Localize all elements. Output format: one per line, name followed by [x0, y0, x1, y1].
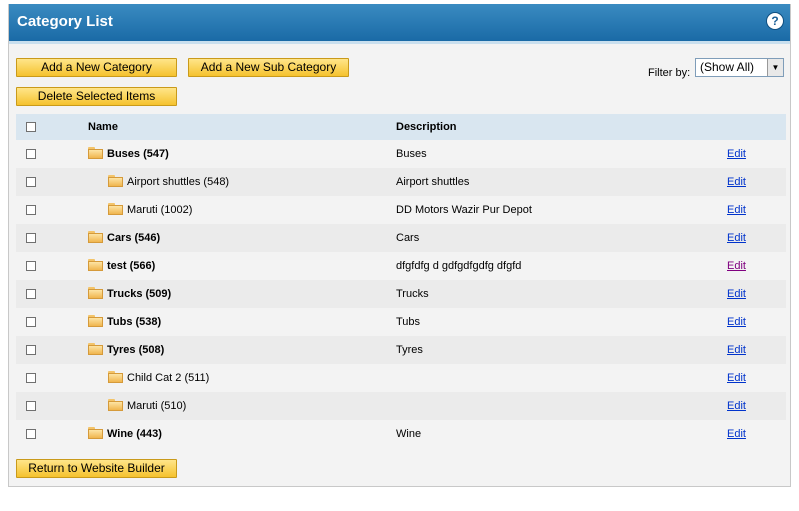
table-row: Airport shuttles (548) Airport shuttles Ed… — [16, 168, 786, 196]
folder-icon — [108, 399, 123, 411]
category-name: Airport shuttles (548) — [127, 176, 230, 188]
edit-link[interactable]: Edit — [727, 148, 746, 160]
table-row: Maruti (510) Edit — [16, 392, 786, 420]
row-checkbox[interactable] — [26, 261, 36, 271]
category-list-panel: Category List ? Add a New Category Add a… — [8, 4, 791, 487]
edit-link[interactable]: Edit — [727, 176, 746, 188]
edit-link[interactable]: Edit — [727, 316, 746, 328]
filter-label: Filter by: — [648, 67, 691, 79]
folder-icon — [108, 175, 123, 187]
add-category-button[interactable]: Add a New Category — [16, 58, 177, 77]
category-name: Child Cat 2 (511) — [127, 372, 210, 384]
edit-link[interactable]: Edit — [727, 372, 746, 384]
row-checkbox[interactable] — [26, 177, 36, 187]
folder-icon — [88, 343, 103, 355]
row-checkbox[interactable] — [26, 429, 36, 439]
category-name: Tubs (538) — [107, 316, 162, 328]
folder-icon — [88, 147, 103, 159]
return-to-builder-button[interactable]: Return to Website Builder — [16, 459, 177, 478]
table-row: Tyres (508) Tyres Edit — [16, 336, 786, 364]
category-name: Maruti (1002) — [127, 204, 193, 216]
category-name: Cars (546) — [107, 232, 161, 244]
select-all-checkbox[interactable] — [26, 122, 36, 132]
folder-icon — [88, 287, 103, 299]
table-row: Buses (547) Buses Edit — [16, 140, 786, 168]
category-description: Airport shuttles — [396, 176, 470, 188]
table-row: Tubs (538) Tubs Edit — [16, 308, 786, 336]
folder-icon — [88, 259, 103, 271]
table-row: Cars (546) Cars Edit — [16, 224, 786, 252]
folder-icon — [88, 427, 103, 439]
folder-icon — [108, 371, 123, 383]
table-row: test (566) dfgfdfg d gdfgdfgdfg dfgfd Edit — [16, 252, 786, 280]
column-header-name: Name — [88, 121, 118, 133]
category-name: Buses (547) — [107, 148, 169, 160]
row-checkbox[interactable] — [26, 345, 36, 355]
category-name: Tyres (508) — [107, 344, 165, 356]
row-checkbox[interactable] — [26, 233, 36, 243]
edit-link[interactable]: Edit — [727, 400, 746, 412]
category-name: Trucks (509) — [107, 288, 172, 300]
table-row: Maruti (1002) DD Motors Wazir Pur Depot Ed… — [16, 196, 786, 224]
table-row: Wine (443) Wine Edit — [16, 420, 786, 448]
category-description: Tyres — [396, 344, 423, 356]
category-name: Wine (443) — [107, 428, 162, 440]
edit-link[interactable]: Edit — [727, 260, 746, 272]
category-name: Maruti (510) — [127, 400, 187, 412]
chevron-down-icon[interactable]: ▼ — [767, 59, 783, 76]
filter-selected-value: (Show All) — [700, 60, 755, 74]
add-sub-category-button[interactable]: Add a New Sub Category — [188, 58, 349, 77]
edit-link[interactable]: Edit — [727, 344, 746, 356]
folder-icon — [88, 315, 103, 327]
row-checkbox[interactable] — [26, 373, 36, 383]
category-description: DD Motors Wazir Pur Depot — [396, 204, 532, 216]
edit-link[interactable]: Edit — [727, 288, 746, 300]
edit-link[interactable]: Edit — [727, 428, 746, 440]
delete-selected-button[interactable]: Delete Selected Items — [16, 87, 177, 106]
category-table: Name Description Buses (547) Buses Edit Air… — [16, 114, 786, 448]
table-row: Child Cat 2 (511) Edit — [16, 364, 786, 392]
folder-icon — [108, 203, 123, 215]
category-description: dfgfdfg d gdfgdfgdfg dfgfd — [396, 260, 522, 272]
title-bar: Category List ? — [9, 4, 790, 44]
edit-link[interactable]: Edit — [727, 232, 746, 244]
row-checkbox[interactable] — [26, 401, 36, 411]
filter-select[interactable]: (Show All) ▼ — [695, 58, 784, 77]
category-description: Buses — [396, 148, 427, 160]
table-row: Trucks (509) Trucks Edit — [16, 280, 786, 308]
row-checkbox[interactable] — [26, 289, 36, 299]
row-checkbox[interactable] — [26, 149, 36, 159]
category-description: Wine — [396, 428, 422, 440]
category-name: test (566) — [107, 260, 156, 272]
row-checkbox[interactable] — [26, 317, 36, 327]
help-icon[interactable]: ? — [767, 13, 783, 29]
column-header-description: Description — [396, 121, 457, 133]
row-checkbox[interactable] — [26, 205, 36, 215]
edit-link[interactable]: Edit — [727, 204, 746, 216]
page-title: Category List — [17, 13, 113, 30]
category-description: Trucks — [396, 288, 429, 300]
table-header-row: Name Description — [16, 114, 786, 140]
folder-icon — [88, 231, 103, 243]
category-description: Tubs — [396, 316, 421, 328]
table-body: Buses (547) Buses Edit Airport shuttles (54… — [16, 140, 786, 448]
category-description: Cars — [396, 232, 420, 244]
